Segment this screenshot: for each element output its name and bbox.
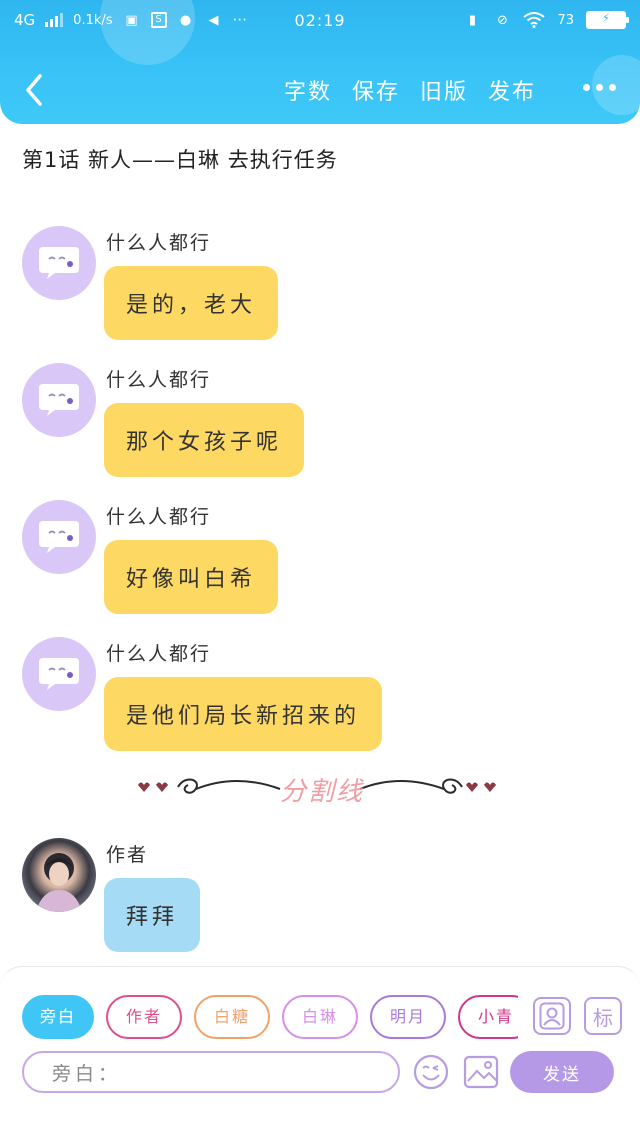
old-version-button[interactable]: 旧版 — [420, 72, 468, 108]
send-button[interactable]: 发送 — [510, 1051, 614, 1093]
avatar[interactable] — [22, 500, 96, 574]
avatar[interactable] — [22, 637, 96, 711]
contact-card-icon[interactable] — [533, 997, 571, 1035]
save-button[interactable]: 保存 — [352, 72, 400, 108]
author-avatar[interactable] — [22, 838, 96, 912]
chat-bubble-face-icon — [39, 247, 79, 279]
contact-card-glyph — [539, 1002, 565, 1030]
chapter-title: 第1话 新人——白琳 去执行任务 — [22, 148, 338, 172]
vibrate-off-icon: ⊘ — [497, 12, 508, 28]
compose-panel: 旁白 作者 白糖 白琳 明月 小青 标 旁白： 发送 — [0, 966, 640, 1138]
chat-bubble-face-icon — [39, 658, 79, 690]
role-chip-narrator[interactable]: 旁白 — [22, 995, 94, 1039]
avatar[interactable] — [22, 226, 96, 300]
chat-bubble-face-icon — [39, 521, 79, 553]
message-bubble[interactable]: 是他们局长新招来的 — [104, 677, 383, 751]
battery-percent: 73 — [557, 12, 574, 28]
nav-bar: 字数 保存 旧版 发布 — [0, 60, 640, 120]
wifi-icon — [523, 12, 546, 28]
sender-name: 什么人都行 — [106, 369, 212, 391]
battery-icon: ⚡ — [586, 11, 629, 29]
message-input[interactable]: 旁白： — [22, 1051, 400, 1093]
status-bar: 4G 0.1k/s ▣ S ● ◀ ··· 02:19 ▮ ⊘ 73 ⚡ — [0, 0, 640, 40]
role-chip-bailin[interactable]: 白琳 — [282, 995, 358, 1039]
role-chip-mingyue[interactable]: 明月 — [370, 995, 446, 1039]
author-photo — [36, 853, 82, 912]
word-count-button[interactable]: 字数 — [284, 72, 332, 108]
sender-name: 什么人都行 — [106, 232, 212, 254]
message-bubble[interactable]: 是的，老大 — [104, 266, 279, 340]
sender-name: 作者 — [106, 844, 149, 866]
publish-button[interactable]: 发布 — [488, 72, 536, 108]
avatar[interactable] — [22, 363, 96, 437]
emoji-icon[interactable] — [412, 1053, 450, 1091]
role-chip-baitang[interactable]: 白糖 — [194, 995, 270, 1039]
message-bubble[interactable]: 拜拜 — [104, 878, 201, 952]
more-menu-icon[interactable] — [583, 84, 616, 91]
role-chip-xiaoqing[interactable]: 小青 — [458, 995, 518, 1039]
message-bubble[interactable]: 好像叫白希 — [104, 540, 279, 614]
role-chip-author[interactable]: 作者 — [106, 995, 182, 1039]
image-icon[interactable] — [462, 1053, 500, 1091]
sender-name: 什么人都行 — [106, 643, 212, 665]
message-bubble[interactable]: 那个女孩子呢 — [104, 403, 305, 477]
tag-icon[interactable]: 标 — [584, 997, 622, 1035]
back-arrow-icon[interactable] — [18, 72, 54, 108]
top-header: 4G 0.1k/s ▣ S ● ◀ ··· 02:19 ▮ ⊘ 73 ⚡ 字数 … — [0, 0, 640, 124]
chat-bubble-face-icon — [39, 384, 79, 416]
battery-saver-icon: ▮ — [468, 12, 477, 28]
sender-name: 什么人都行 — [106, 506, 212, 528]
role-selector: 旁白 作者 白糖 白琳 明月 小青 — [22, 995, 518, 1041]
divider-label: 分割线 — [279, 777, 364, 807]
